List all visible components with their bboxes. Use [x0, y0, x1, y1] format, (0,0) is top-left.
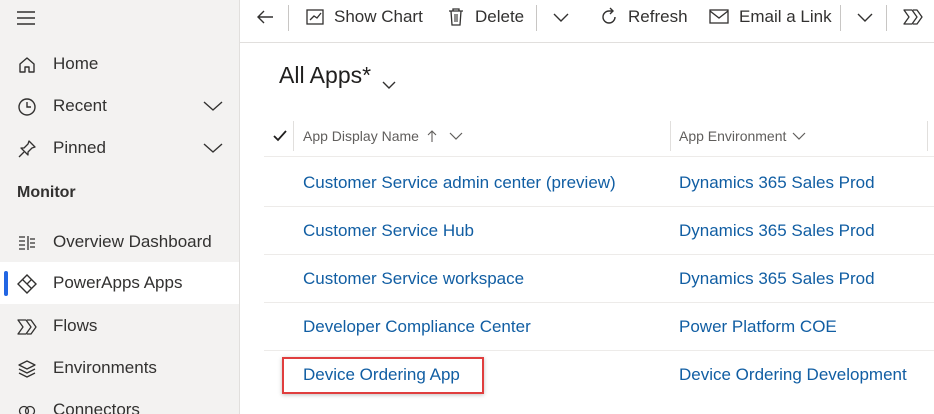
refresh-icon [598, 6, 620, 28]
clock-icon [16, 96, 38, 118]
column-header-app-display-name[interactable]: App Display Name [303, 119, 463, 153]
table-row[interactable]: Developer Compliance Center Power Platfo… [264, 303, 934, 351]
sort-ascending-icon [427, 129, 437, 143]
divider [886, 5, 887, 31]
table-row[interactable]: Customer Service admin center (preview) … [264, 159, 934, 207]
sidebar-item-connectors[interactable]: Connectors [0, 389, 239, 414]
email-link-icon [709, 6, 731, 28]
email-link-button[interactable]: Email a Link [709, 0, 832, 34]
sidebar-item-label: PowerApps Apps [53, 273, 183, 292]
app-environment-link[interactable]: Device Ordering Development [679, 351, 907, 399]
home-icon [16, 54, 38, 76]
refresh-label: Refresh [628, 7, 688, 26]
column-divider [670, 121, 671, 151]
sidebar-item-flows[interactable]: Flows [0, 305, 239, 347]
chevron-down-icon[interactable] [202, 97, 224, 115]
sidebar-item-powerapps-apps[interactable]: PowerApps Apps [0, 262, 239, 304]
sidebar-item-label: Overview Dashboard [53, 232, 212, 251]
grid-header: App Display Name App Environment [264, 119, 934, 157]
highlight-annotation [282, 357, 484, 394]
sidebar: Home Recent Pinned Monitor Overview Dash… [0, 0, 240, 414]
show-chart-label: Show Chart [334, 7, 423, 26]
app-environment-link[interactable]: Dynamics 365 Sales Prod [679, 207, 875, 255]
column-header-app-environment[interactable]: App Environment [679, 119, 806, 153]
command-bar: Show Chart Delete Refresh Email a Link [240, 0, 934, 43]
app-name-link[interactable]: Customer Service admin center (preview) [303, 159, 616, 207]
sidebar-item-label: Flows [53, 316, 98, 335]
sidebar-item-label: Connectors [53, 400, 140, 414]
divider [536, 5, 537, 31]
chevron-down-icon [854, 6, 876, 28]
sidebar-item-label: Recent [53, 96, 107, 115]
checkmark-icon [273, 130, 287, 142]
back-arrow-icon [254, 6, 276, 28]
flow-button[interactable] [902, 0, 932, 34]
hamburger-menu-icon[interactable] [14, 8, 38, 28]
delete-button[interactable]: Delete [445, 0, 524, 34]
page-title: All Apps* [279, 62, 372, 88]
email-more-dropdown[interactable] [854, 0, 876, 34]
sidebar-item-label: Pinned [53, 138, 106, 157]
sidebar-item-environments[interactable]: Environments [0, 347, 239, 389]
sidebar-item-recent[interactable]: Recent [0, 85, 239, 127]
back-button[interactable] [254, 0, 276, 34]
column-header-label: App Environment [679, 128, 787, 144]
sidebar-item-pinned[interactable]: Pinned [0, 127, 239, 169]
chevron-down-icon[interactable] [202, 139, 224, 157]
pin-icon [16, 138, 38, 160]
table-row[interactable]: Customer Service workspace Dynamics 365 … [264, 255, 934, 303]
chevron-down-icon [449, 131, 463, 141]
column-divider [293, 121, 294, 151]
powerapps-icon [16, 273, 38, 295]
column-header-label: App Display Name [303, 128, 419, 144]
email-link-label: Email a Link [739, 7, 832, 26]
app-environment-link[interactable]: Dynamics 365 Sales Prod [679, 255, 875, 303]
chevron-down-icon [381, 70, 397, 89]
flows-icon [902, 6, 924, 28]
sidebar-item-overview-dashboard[interactable]: Overview Dashboard [0, 221, 239, 263]
sidebar-item-home[interactable]: Home [0, 43, 239, 85]
column-divider [927, 121, 928, 151]
layers-icon [16, 358, 38, 380]
sidebar-item-label: Environments [53, 358, 157, 377]
app-name-link[interactable]: Customer Service Hub [303, 207, 474, 255]
refresh-button[interactable]: Refresh [598, 0, 688, 34]
app-environment-link[interactable]: Dynamics 365 Sales Prod [679, 159, 875, 207]
table-row[interactable]: Customer Service Hub Dynamics 365 Sales … [264, 207, 934, 255]
divider [840, 5, 841, 31]
app-environment-link[interactable]: Power Platform COE [679, 303, 837, 351]
flows-icon [16, 316, 38, 338]
view-selector[interactable]: All Apps* [279, 62, 397, 89]
trash-icon [445, 6, 467, 28]
divider [288, 5, 289, 31]
show-chart-button[interactable]: Show Chart [304, 0, 423, 34]
select-all-checkbox[interactable] [272, 119, 288, 153]
app-name-link[interactable]: Developer Compliance Center [303, 303, 531, 351]
connector-icon [16, 400, 38, 414]
chevron-down-icon [550, 6, 572, 28]
chart-icon [304, 6, 326, 28]
sidebar-item-label: Home [53, 54, 99, 73]
delete-label: Delete [475, 7, 525, 26]
delete-more-dropdown[interactable] [550, 0, 572, 34]
selection-indicator [4, 271, 8, 296]
dashboard-icon [16, 232, 38, 254]
chevron-down-icon [792, 131, 806, 141]
app-name-link[interactable]: Customer Service workspace [303, 255, 524, 303]
sidebar-section-title: Monitor [17, 184, 76, 201]
